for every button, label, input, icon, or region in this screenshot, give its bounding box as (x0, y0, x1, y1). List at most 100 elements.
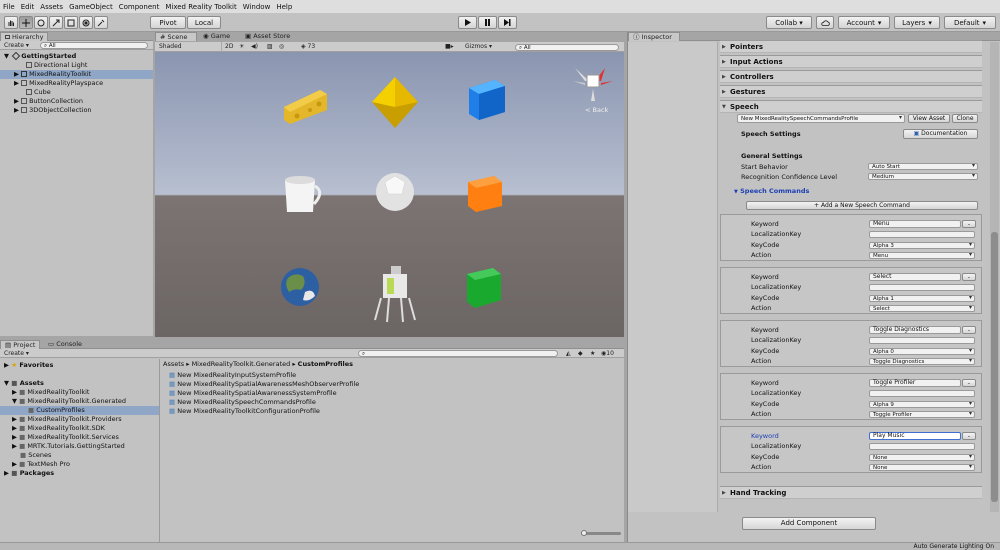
pause-button[interactable] (478, 16, 497, 29)
scene-search-input[interactable]: ⌕ All (515, 44, 619, 51)
folder-item[interactable]: ▶ ■ MRTK.Tutorials.GettingStarted (0, 442, 159, 451)
localization-key-input[interactable] (869, 390, 975, 397)
rect-tool-icon[interactable] (64, 16, 78, 29)
inspector-scrollbar[interactable] (990, 42, 999, 512)
audio-icon[interactable]: ◀) (251, 42, 258, 52)
section-hand-tracking[interactable]: Hand Tracking (720, 486, 982, 499)
documentation-button[interactable]: ▣ Documentation (903, 129, 978, 139)
hidden-packages-count[interactable]: ◉10 (601, 349, 614, 358)
rotate-tool-icon[interactable] (34, 16, 48, 29)
localization-key-input[interactable] (869, 337, 975, 344)
tab-hierarchy[interactable]: Hierarchy (0, 32, 49, 41)
folder-item[interactable]: ▶ ■ MixedRealityToolkit.Services (0, 433, 159, 442)
keyword-input[interactable]: Play Music (869, 432, 961, 440)
menu-edit[interactable]: Edit (21, 3, 35, 11)
project-create-button[interactable]: Create ▾ (4, 349, 29, 358)
play-button[interactable] (458, 16, 477, 29)
scrollbar-thumb[interactable] (991, 232, 998, 502)
keyword-input[interactable]: Toggle Profiler (869, 379, 961, 387)
file-item[interactable]: ▦ New MixedRealityInputSystemProfile (161, 371, 624, 380)
breadcrumb-item[interactable]: MixedRealityToolkit.Generated (192, 360, 291, 368)
tab-console[interactable]: ▭ Console (44, 340, 86, 349)
keycode-dropdown[interactable]: Alpha 3 (869, 242, 975, 249)
mode-2d-toggle[interactable]: 2D (221, 42, 233, 52)
hierarchy-item[interactable]: ▶ 3DObjectCollection (0, 106, 153, 115)
lighting-icon[interactable]: ☀ (239, 42, 244, 52)
file-item[interactable]: ▦ New MixedRealitySpeechCommandsProfile (161, 398, 624, 407)
menu-mrtk[interactable]: Mixed Reality Toolkit (165, 3, 236, 11)
action-dropdown[interactable]: Select (869, 305, 975, 312)
zoom-slider[interactable] (581, 530, 621, 536)
keycode-dropdown[interactable]: Alpha 1 (869, 295, 975, 302)
add-component-button[interactable]: Add Component (742, 517, 876, 530)
create-button[interactable]: Create ▾ (4, 41, 29, 50)
hierarchy-item[interactable]: ▶ ButtonCollection (0, 97, 153, 106)
hierarchy-item[interactable]: Cube (0, 88, 153, 97)
back-label[interactable]: < Back (585, 106, 608, 114)
section-gestures[interactable]: Gestures (720, 85, 982, 98)
keyword-input[interactable]: Menu (869, 220, 961, 228)
confidence-dropdown[interactable]: Medium (868, 173, 978, 180)
account-dropdown[interactable]: Account ▾ (838, 16, 890, 29)
keycode-dropdown[interactable]: Alpha 9 (869, 401, 975, 408)
folder-item[interactable]: ▼ ■ MixedRealityToolkit.Generated (0, 397, 159, 406)
gizmos-dropdown[interactable]: Gizmos ▾ (465, 42, 492, 52)
action-dropdown[interactable]: None (869, 464, 975, 471)
breadcrumb-item[interactable]: CustomProfiles (298, 360, 353, 368)
menu-window[interactable]: Window (243, 3, 271, 11)
localization-key-input[interactable] (869, 284, 975, 291)
pivot-toggle[interactable]: Pivot (150, 16, 186, 29)
folder-item[interactable]: ▶ ■ MixedRealityToolkit.SDK (0, 424, 159, 433)
keycode-dropdown[interactable]: Alpha 0 (869, 348, 975, 355)
action-dropdown[interactable]: Toggle Diagnostics (869, 358, 975, 365)
collab-dropdown[interactable]: Collab ▾ (766, 16, 812, 29)
menu-component[interactable]: Component (119, 3, 160, 11)
search-input[interactable]: ⌕ All (40, 42, 148, 49)
hierarchy-item[interactable]: ▶ MixedRealityPlayspace (0, 79, 153, 88)
move-tool-icon[interactable] (19, 16, 33, 29)
remove-command-button[interactable]: - (962, 273, 976, 281)
section-controllers[interactable]: Controllers (720, 70, 982, 83)
tab-asset-store[interactable]: ▣ Asset Store (241, 32, 294, 41)
remove-command-button[interactable]: - (962, 220, 976, 228)
file-item[interactable]: ▦ New MixedRealitySpatialAwarenessSystem… (161, 389, 624, 398)
view-asset-button[interactable]: View Asset (908, 114, 950, 123)
filter-type-icon[interactable]: ◭ (566, 349, 571, 358)
layout-dropdown[interactable]: Default ▾ (944, 16, 996, 29)
menu-help[interactable]: Help (276, 3, 292, 11)
start-behavior-dropdown[interactable]: Auto Start (868, 163, 978, 170)
localization-key-input[interactable] (869, 231, 975, 238)
folder-item[interactable]: ▶ ■ MixedRealityToolkit (0, 388, 159, 397)
local-toggle[interactable]: Local (187, 16, 221, 29)
localization-key-input[interactable] (869, 443, 975, 450)
hidden-objects-count[interactable]: ◈ 73 (301, 42, 315, 52)
file-item[interactable]: ▦ New MixedRealityToolkitConfigurationPr… (161, 407, 624, 416)
speech-commands-foldout[interactable]: ▼ Speech Commands (734, 187, 809, 196)
cloud-icon[interactable] (816, 16, 834, 29)
file-item[interactable]: ▦ New MixedRealitySpatialAwarenessMeshOb… (161, 380, 624, 389)
hierarchy-item[interactable]: Directional Light (0, 61, 153, 70)
clone-button[interactable]: Clone (952, 114, 978, 123)
keycode-dropdown[interactable]: None (869, 454, 975, 461)
keyword-input[interactable]: Select (869, 273, 961, 281)
folder-item[interactable]: ▶ ■ TextMesh Pro (0, 460, 159, 469)
scale-tool-icon[interactable] (49, 16, 63, 29)
visibility-icon[interactable]: ◎ (279, 42, 284, 52)
shading-dropdown[interactable]: Shaded (159, 42, 182, 52)
section-pointers[interactable]: Pointers (720, 40, 982, 53)
remove-command-button[interactable]: - (962, 432, 976, 440)
favorite-star-icon[interactable]: ★ (590, 349, 595, 358)
tab-scene[interactable]: # Scene (155, 32, 197, 41)
packages-folder[interactable]: ▶ ■ Packages (0, 469, 159, 478)
breadcrumb-item[interactable]: Assets (163, 360, 184, 368)
custom-tool-icon[interactable] (94, 16, 108, 29)
tab-project[interactable]: ▤ Project (0, 340, 41, 349)
speech-profile-dropdown[interactable]: New MixedRealitySpeechCommandsProfile (737, 114, 905, 123)
folder-item[interactable]: ■ Scenes (0, 451, 159, 460)
assets-folder[interactable]: ▼ ■ Assets (0, 379, 159, 388)
camera-icon[interactable]: ■▸ (445, 42, 454, 52)
action-dropdown[interactable]: Menu (869, 252, 975, 259)
menu-file[interactable]: File (3, 3, 15, 11)
transform-tool-icon[interactable] (79, 16, 93, 29)
favorites-folder[interactable]: ▶ ★ Favorites (0, 361, 159, 370)
